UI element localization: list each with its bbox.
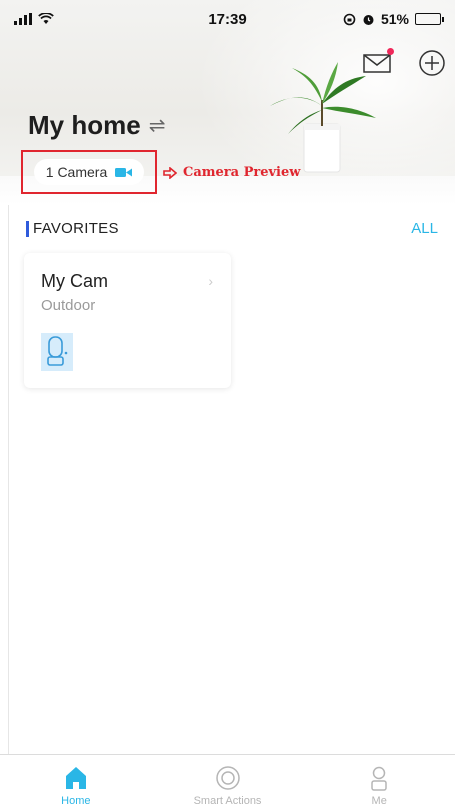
status-right: 51% — [321, 11, 444, 27]
add-device-button[interactable] — [417, 48, 447, 78]
add-circle-icon — [419, 50, 445, 76]
camera-count-chip[interactable]: 1 Camera — [33, 159, 145, 185]
battery-percent: 51% — [380, 11, 409, 27]
camera-preview-highlight[interactable]: 1 Camera — [21, 150, 157, 194]
signal-icon — [14, 13, 32, 25]
device-location: Outdoor — [41, 297, 96, 314]
annotation-text: Camera Preview — [183, 165, 301, 180]
home-icon — [65, 767, 86, 789]
video-camera-icon — [115, 167, 133, 178]
tab-me[interactable]: Me — [303, 755, 455, 808]
wifi-icon — [38, 13, 54, 24]
tab-home[interactable]: Home — [0, 755, 152, 808]
favorites-label: FAVORITES — [33, 220, 119, 237]
person-icon — [371, 766, 387, 791]
alarm-icon — [363, 14, 374, 25]
status-bar: 17:39 51% — [0, 0, 455, 38]
section-accent-bar — [26, 220, 29, 237]
arrow-right-icon — [163, 166, 177, 179]
messages-button[interactable] — [363, 48, 395, 76]
camera-preview-annotation: Camera Preview — [163, 165, 300, 180]
tab-home-label: Home — [61, 795, 91, 807]
favorites-title: FAVORITES — [26, 220, 119, 237]
battery-icon — [415, 13, 444, 25]
lock-rotation-icon — [343, 13, 356, 25]
all-devices-link[interactable]: ALL — [411, 220, 438, 237]
status-time: 17:39 — [208, 10, 247, 28]
tab-me-label: Me — [371, 795, 387, 807]
device-card[interactable]: My Cam › Outdoor — [24, 253, 231, 388]
favorites-header: FAVORITES ALL — [26, 220, 438, 237]
page-title: My home — [28, 110, 141, 140]
home-selector[interactable]: My home ⇌ — [28, 110, 165, 141]
swap-icon: ⇌ — [148, 115, 166, 137]
outdoor-camera-icon — [41, 333, 73, 371]
notification-dot — [387, 48, 394, 55]
camera-count-label: 1 Camera — [45, 164, 108, 180]
device-name: My Cam — [41, 271, 108, 291]
content-edge — [8, 205, 9, 754]
smart-actions-icon — [215, 766, 240, 790]
tab-bar: Home Smart Actions Me — [0, 754, 455, 808]
plant-decoration — [270, 62, 376, 173]
tab-smart-actions[interactable]: Smart Actions — [152, 755, 304, 808]
chevron-right-icon: › — [208, 273, 213, 289]
status-left — [14, 13, 134, 25]
tab-smart-actions-label: Smart Actions — [193, 795, 262, 807]
